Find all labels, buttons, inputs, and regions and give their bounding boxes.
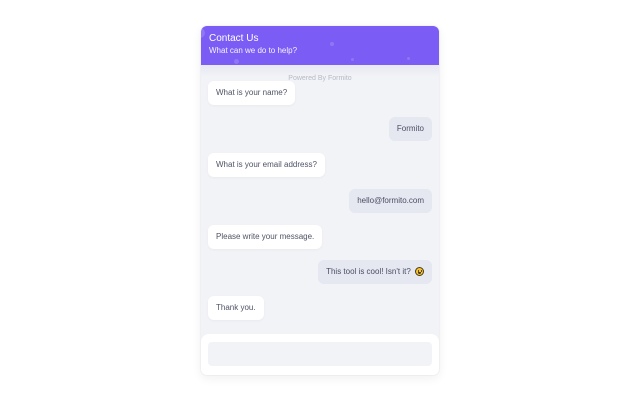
bot-message: Please write your message. [208, 225, 323, 249]
message-input[interactable] [208, 342, 432, 366]
header-decoration-circle [201, 28, 205, 38]
composer-area [201, 334, 439, 375]
message-text: Please write your message. [216, 232, 315, 241]
user-message: Formito [388, 117, 432, 141]
header-decoration-circle [351, 58, 354, 61]
chat-header: Contact Us What can we do to help? [201, 26, 439, 65]
grinning-face-emoji-icon [415, 267, 424, 276]
message-text: What is your email address? [216, 160, 317, 169]
bot-message: What is your email address? [208, 153, 325, 177]
message-text: This tool is cool! Isn't it? [326, 267, 411, 276]
header-decoration-circle [407, 57, 410, 60]
message-text: What is your name? [216, 88, 288, 97]
bot-message: Thank you. [208, 296, 264, 320]
chat-title: Contact Us [209, 33, 259, 44]
bot-message: What is your name? [208, 81, 296, 105]
header-decoration-circle [234, 59, 239, 64]
message-text: Thank you. [216, 303, 256, 312]
user-message: hello@formito.com [349, 189, 432, 213]
user-message: This tool is cool! Isn't it? [318, 260, 432, 284]
contact-chat-widget: Contact Us What can we do to help? Power… [201, 26, 439, 375]
chat-subtitle: What can we do to help? [209, 46, 298, 55]
header-decoration-circle [330, 42, 334, 46]
message-text: hello@formito.com [357, 196, 424, 205]
message-text: Formito [396, 124, 424, 133]
